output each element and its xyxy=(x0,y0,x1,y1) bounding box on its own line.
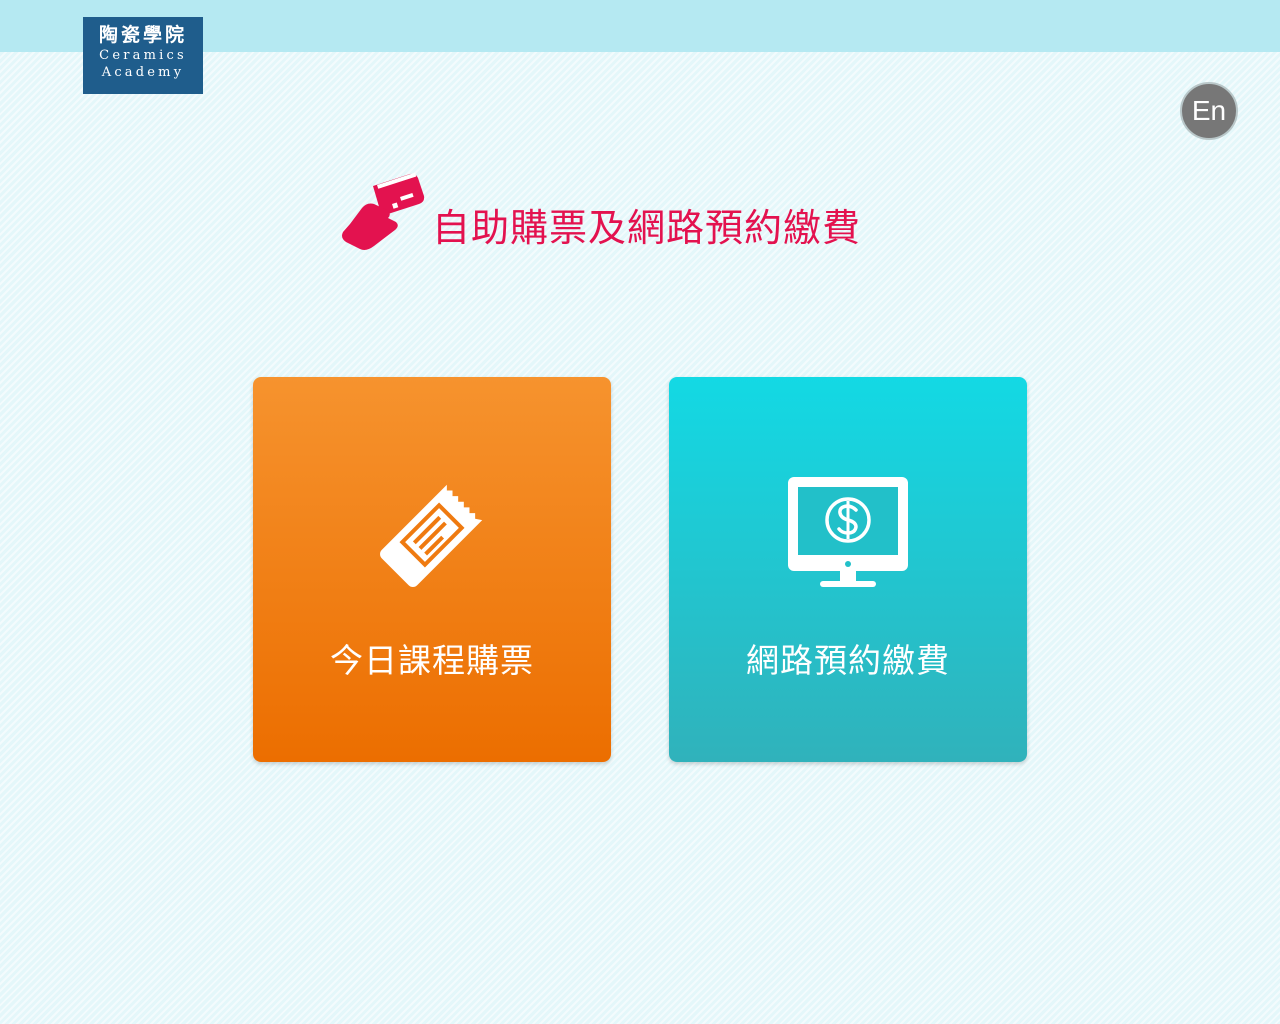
buy-today-class-ticket-button[interactable]: 今日課程購票 xyxy=(253,377,611,762)
logo-chinese-name: 陶瓷學院 xyxy=(98,24,187,46)
card-in-hand-icon xyxy=(342,172,425,250)
logo-english-name-line2: Academy xyxy=(101,65,185,80)
logo-english-name-line1: Ceramics xyxy=(99,48,187,63)
page-heading: 自助購票及網路預約繳費 xyxy=(432,206,862,250)
monitor-dollar-icon xyxy=(788,477,908,587)
ceramics-academy-logo: 陶瓷學院 Ceramics Academy xyxy=(83,17,203,94)
language-toggle-button[interactable]: En xyxy=(1180,82,1238,140)
buy-today-class-ticket-label: 今日課程購票 xyxy=(330,641,534,680)
online-reservation-payment-button[interactable]: 網路預約繳費 xyxy=(669,377,1027,762)
ticket-icon xyxy=(380,484,483,587)
online-reservation-payment-label: 網路預約繳費 xyxy=(746,641,950,680)
